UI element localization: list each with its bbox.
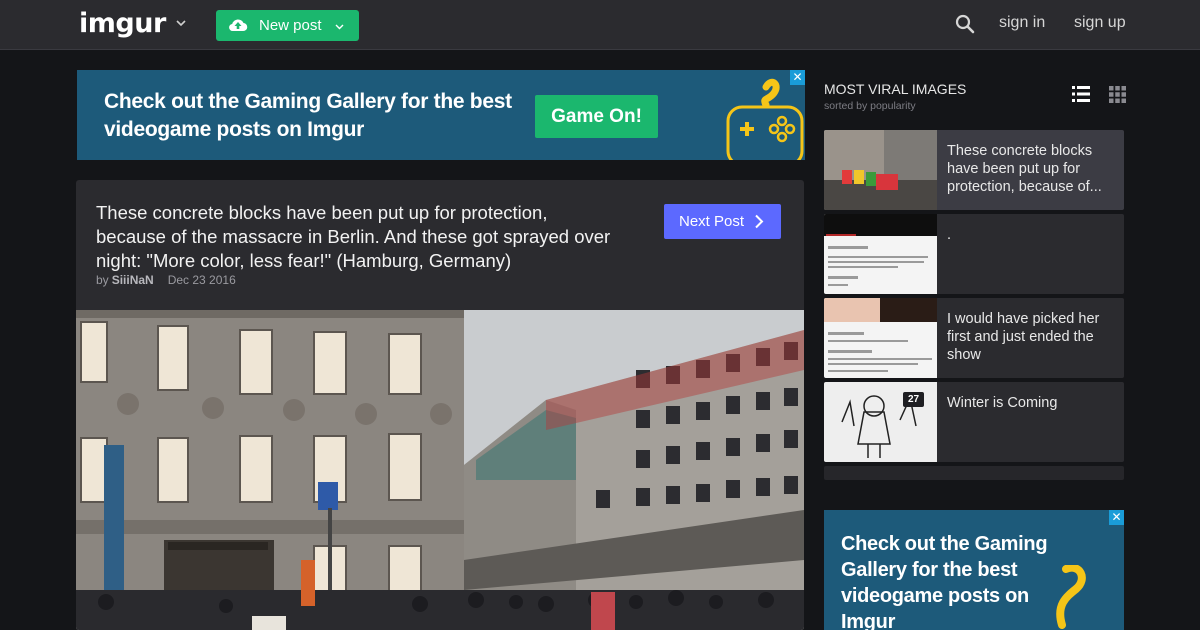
- gaming-gallery-side-ad[interactable]: Check out the Gaming Gallery for the bes…: [824, 510, 1124, 630]
- sign-in-link[interactable]: sign in: [999, 14, 1045, 32]
- viral-list-item[interactable]: These concrete blocks have been put up f…: [824, 130, 1124, 210]
- gaming-gallery-ad-banner[interactable]: Check out the Gaming Gallery for the bes…: [77, 70, 805, 160]
- post-date: Dec 23 2016: [167, 273, 236, 287]
- post-title: These concrete blocks have been put up f…: [96, 202, 611, 271]
- ad-close-button[interactable]: ✕: [1109, 510, 1124, 525]
- viral-caption: .: [947, 227, 952, 243]
- chevron-right-icon: [755, 214, 764, 229]
- post-image[interactable]: [76, 310, 804, 630]
- new-post-button[interactable]: New post: [216, 10, 359, 41]
- post-card: These concrete blocks have been put up f…: [76, 180, 804, 630]
- sign-up-link[interactable]: sign up: [1074, 14, 1126, 32]
- top-navigation-bar: imgur New post sign in sign up: [0, 0, 1200, 50]
- gamepad-icon: [726, 78, 804, 160]
- viral-list-item-partial[interactable]: [824, 466, 1124, 480]
- by-label: by: [96, 273, 109, 287]
- new-post-label: New post: [259, 17, 322, 34]
- next-post-label: Next Post: [679, 213, 745, 230]
- viral-list-item[interactable]: 27 Winter is Coming: [824, 382, 1124, 462]
- viral-caption: These concrete blocks have been put up f…: [947, 143, 1102, 195]
- ad-close-button[interactable]: ✕: [790, 70, 805, 85]
- grid-view-icon[interactable]: [1109, 86, 1126, 103]
- viral-caption: I would have picked her first and just e…: [947, 311, 1100, 363]
- gamepad-cable-icon: [1056, 565, 1086, 629]
- viral-caption: Winter is Coming: [947, 395, 1058, 411]
- post-meta: by SiiiNaN Dec 23 2016: [96, 273, 236, 287]
- viral-list-item[interactable]: I would have picked her first and just e…: [824, 298, 1124, 378]
- image-count-badge: 27: [903, 392, 925, 407]
- chevron-down-icon[interactable]: [334, 21, 345, 32]
- viral-thumbnail: [824, 130, 937, 210]
- post-author[interactable]: SiiiNaN: [112, 273, 154, 287]
- ad-headline: Check out the Gaming Gallery for the bes…: [104, 90, 512, 141]
- most-viral-subtitle: sorted by popularity: [824, 100, 916, 112]
- most-viral-title: MOST VIRAL IMAGES: [824, 81, 967, 97]
- list-view-icon[interactable]: [1072, 85, 1090, 103]
- search-icon[interactable]: [955, 14, 975, 34]
- viral-thumbnail: [824, 214, 937, 294]
- chevron-down-icon[interactable]: [174, 16, 188, 30]
- imgur-logo[interactable]: imgur: [79, 8, 166, 39]
- next-post-button[interactable]: Next Post: [664, 204, 781, 239]
- cloud-upload-icon: [229, 19, 248, 32]
- game-on-button[interactable]: Game On!: [535, 95, 658, 138]
- viral-thumbnail: [824, 298, 937, 378]
- viral-list-item[interactable]: .: [824, 214, 1124, 294]
